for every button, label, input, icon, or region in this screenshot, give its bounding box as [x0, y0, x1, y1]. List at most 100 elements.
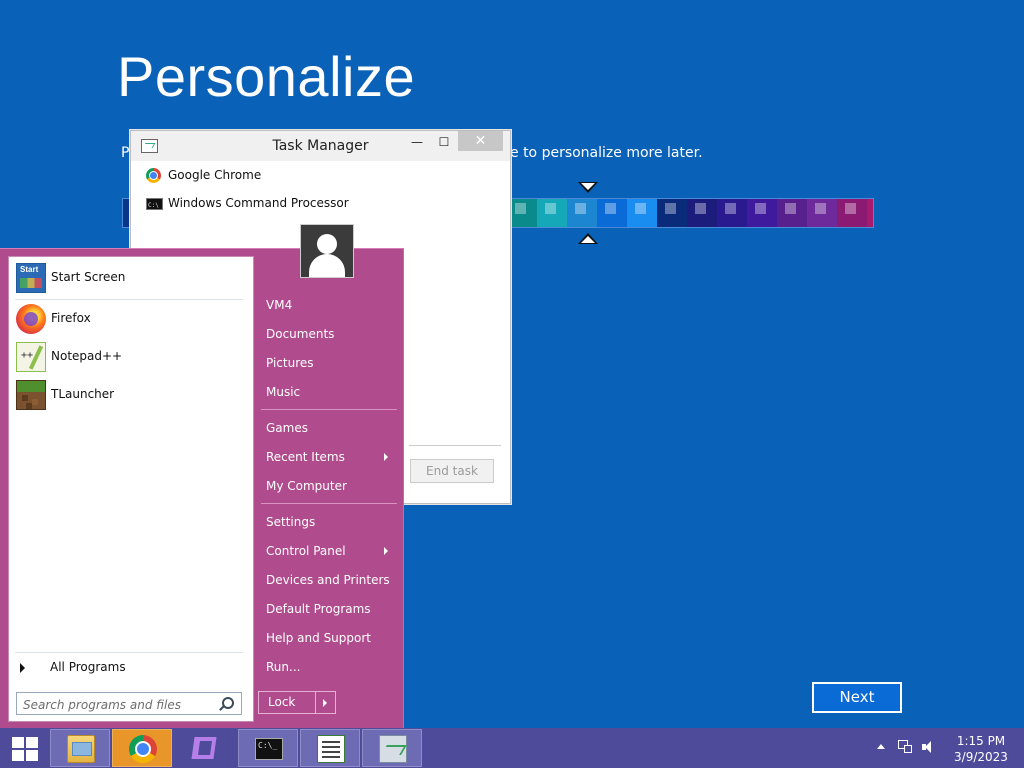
search-icon[interactable] — [222, 697, 234, 709]
pinned-divider — [15, 299, 243, 300]
all-programs-label: All Programs — [50, 660, 126, 674]
tlauncher-icon — [16, 380, 46, 410]
end-task-button[interactable]: End task — [410, 459, 494, 483]
palette-swatch-accent — [845, 203, 856, 214]
task-manager-icon — [379, 735, 407, 763]
places-divider — [261, 409, 397, 410]
user-body-shape — [309, 254, 345, 277]
system-clock[interactable]: 1:15 PM 3/9/2023 — [946, 733, 1016, 765]
palette-swatch[interactable] — [507, 199, 537, 227]
palette-swatch-accent — [755, 203, 766, 214]
start-item-start-screen[interactable]: Start Screen — [14, 260, 249, 296]
palette-selector-top-icon — [578, 182, 598, 193]
volume-icon[interactable] — [922, 740, 938, 754]
chrome-icon — [146, 168, 161, 183]
palette-swatch-accent — [785, 203, 796, 214]
windows-logo-icon — [12, 750, 24, 761]
task-item-cmd[interactable]: Windows Command Processor — [144, 191, 349, 218]
expand-arrow-icon — [20, 663, 25, 673]
palette-swatch[interactable] — [717, 199, 747, 227]
subtitle-fragment: P — [121, 145, 130, 161]
palette-selector-bottom-icon — [578, 233, 598, 244]
close-button[interactable]: ✕ — [458, 131, 503, 151]
start-link-run[interactable]: Run... — [258, 654, 398, 680]
taskbar-task-manager[interactable] — [362, 729, 422, 767]
all-programs-divider — [15, 652, 243, 653]
file-explorer-icon — [67, 735, 95, 763]
taskbar-file-explorer[interactable] — [50, 729, 110, 767]
windows-logo-icon — [26, 750, 38, 761]
taskbar-chrome[interactable] — [112, 729, 172, 767]
palette-swatch[interactable] — [807, 199, 837, 227]
start-link-music[interactable]: Music — [258, 379, 398, 405]
task-item-label: Google Chrome — [168, 168, 262, 182]
power-options-arrow-icon[interactable] — [315, 691, 336, 714]
visual-studio-icon — [190, 734, 218, 762]
start-link-devices-printers[interactable]: Devices and Printers — [258, 567, 398, 593]
show-hidden-icons-icon[interactable] — [877, 744, 885, 749]
palette-swatch-accent — [665, 203, 676, 214]
minimize-button[interactable]: — — [404, 131, 430, 153]
task-manager-titlebar[interactable]: Task Manager — ☐ ✕ — [131, 131, 510, 161]
task-item-chrome[interactable]: Google Chrome — [144, 163, 261, 187]
start-link-recent-items[interactable]: Recent Items — [258, 444, 398, 470]
palette-swatch[interactable] — [777, 199, 807, 227]
palette-swatch-accent — [515, 203, 526, 214]
start-link-help-support[interactable]: Help and Support — [258, 625, 398, 651]
start-menu-places-pane: VM4 Documents Pictures Music Games Recen… — [258, 249, 404, 729]
lock-button[interactable]: Lock — [258, 691, 316, 714]
task-item-label: Windows Command Processor — [168, 196, 349, 210]
taskbar-notepad[interactable] — [300, 729, 360, 767]
palette-swatch-accent — [605, 203, 616, 214]
start-link-vm4[interactable]: VM4 — [258, 292, 398, 318]
palette-swatch[interactable] — [567, 199, 597, 227]
user-head-shape — [317, 234, 337, 254]
start-link-my-computer[interactable]: My Computer — [258, 473, 398, 499]
notepad-icon — [317, 735, 345, 763]
start-item-notepad-plus-plus[interactable]: Notepad++ — [14, 339, 249, 375]
taskbar-visual-studio[interactable] — [174, 729, 234, 767]
palette-swatch[interactable] — [627, 199, 657, 227]
footer-divider — [409, 445, 501, 446]
start-link-default-programs[interactable]: Default Programs — [258, 596, 398, 622]
start-item-label: Firefox — [51, 311, 91, 325]
palette-swatch[interactable] — [747, 199, 777, 227]
subtitle-text: e to personalize more later. — [510, 145, 703, 161]
start-button[interactable] — [6, 735, 40, 761]
start-item-firefox[interactable]: Firefox — [14, 301, 249, 337]
palette-swatch[interactable] — [657, 199, 687, 227]
palette-swatch-accent — [695, 203, 706, 214]
start-link-pictures[interactable]: Pictures — [258, 350, 398, 376]
palette-swatch[interactable] — [597, 199, 627, 227]
control-panel-label: Control Panel — [266, 544, 346, 558]
windows-logo-icon — [12, 737, 24, 748]
maximize-button[interactable]: ☐ — [431, 131, 457, 153]
clock-date: 3/9/2023 — [954, 750, 1008, 764]
start-link-control-panel[interactable]: Control Panel — [258, 538, 398, 564]
chrome-icon — [129, 735, 157, 763]
start-menu: Start Screen Firefox Notepad++ TLauncher… — [0, 248, 404, 728]
submenu-arrow-icon — [384, 547, 388, 555]
palette-swatch-accent — [815, 203, 826, 214]
start-link-settings[interactable]: Settings — [258, 509, 398, 535]
search-box[interactable] — [16, 692, 242, 715]
start-link-games[interactable]: Games — [258, 415, 398, 441]
palette-swatch[interactable] — [837, 199, 867, 227]
recent-items-label: Recent Items — [266, 450, 345, 464]
palette-swatch[interactable] — [537, 199, 567, 227]
next-button[interactable]: Next — [812, 682, 902, 713]
all-programs-button[interactable]: All Programs — [20, 657, 245, 679]
taskbar-command-prompt[interactable] — [238, 729, 298, 767]
palette-swatch[interactable] — [867, 199, 873, 227]
palette-swatch[interactable] — [687, 199, 717, 227]
start-link-documents[interactable]: Documents — [258, 321, 398, 347]
network-icon[interactable] — [898, 740, 912, 753]
palette-swatch-accent — [635, 203, 646, 214]
taskbar — [0, 728, 1024, 768]
start-screen-icon — [16, 263, 46, 293]
user-avatar[interactable] — [300, 224, 354, 278]
search-input[interactable] — [21, 695, 221, 714]
page-title: Personalize — [117, 45, 416, 108]
start-item-tlauncher[interactable]: TLauncher — [14, 377, 249, 413]
windows-logo-icon — [26, 737, 38, 748]
